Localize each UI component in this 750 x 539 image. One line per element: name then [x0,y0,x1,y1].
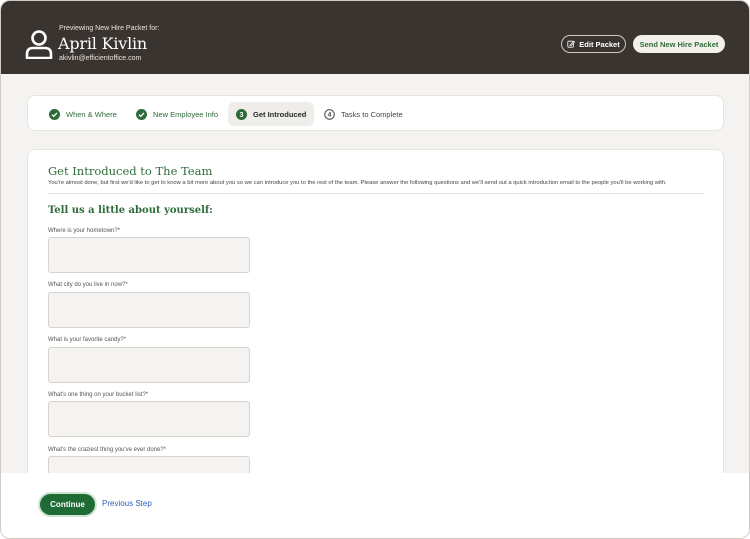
question-label: Where is your hometown?* [48,228,121,234]
edit-icon [567,40,576,48]
check-circle-icon [49,108,60,120]
previous-step-link[interactable]: Previous Step [102,499,152,508]
header: Previewing New Hire Packet for: April Ki… [1,1,749,74]
introduction-form-card: Get Introduced to The Team You're almost… [27,149,724,489]
hire-name: April Kivlin [58,34,148,53]
step-new-employee-info[interactable]: New Employee Info [128,102,226,126]
bucket-list-field[interactable] [48,401,250,437]
edit-packet-button[interactable]: Edit Packet [561,35,626,53]
step-number: 4 [328,111,332,118]
divider [48,193,704,194]
section-title: Tell us a little about yourself: [48,205,213,216]
favorite-candy-field[interactable] [48,347,250,383]
question-label: What's the craziest thing you've ever do… [48,447,167,453]
step-get-introduced[interactable]: 3 Get Introduced [228,102,315,126]
send-packet-label: Send New Hire Packet [639,39,719,49]
step-label: New Employee Info [153,109,219,119]
form-description: You're almost done, but first we'd like … [48,180,667,186]
question-label: What city do you live in now?* [48,282,128,288]
continue-button[interactable]: Continue [40,494,95,515]
current-city-field[interactable] [48,292,250,328]
step-tasks-to-complete[interactable]: 4 Tasks to Complete [316,102,411,126]
form-title: Get Introduced to The Team [48,164,213,178]
user-icon [25,30,53,59]
step-number-icon: 3 [236,108,247,120]
step-number-icon: 4 [324,108,335,120]
preview-label: Previewing New Hire Packet for: [59,25,160,32]
step-label: Tasks to Complete [341,109,403,119]
step-label: Get Introduced [253,109,307,119]
step-when-where[interactable]: When & Where [41,102,125,126]
step-label: When & Where [66,109,117,119]
hometown-field[interactable] [48,237,250,273]
step-navigation: When & Where New Employee Info 3 Get Int… [27,95,724,131]
step-number: 3 [240,111,244,118]
hire-email: akivlin@efficientoffice.com [59,55,142,62]
continue-label: Continue [50,500,85,509]
question-label: What's one thing on your bucket list?* [48,392,149,398]
send-packet-button[interactable]: Send New Hire Packet [633,35,725,53]
edit-packet-label: Edit Packet [579,39,620,49]
check-circle-icon [136,108,147,120]
question-label: What is your favorite candy?* [48,337,127,343]
app-frame: Previewing New Hire Packet for: April Ki… [0,0,750,539]
footer-actions: Continue Previous Step [1,473,749,538]
